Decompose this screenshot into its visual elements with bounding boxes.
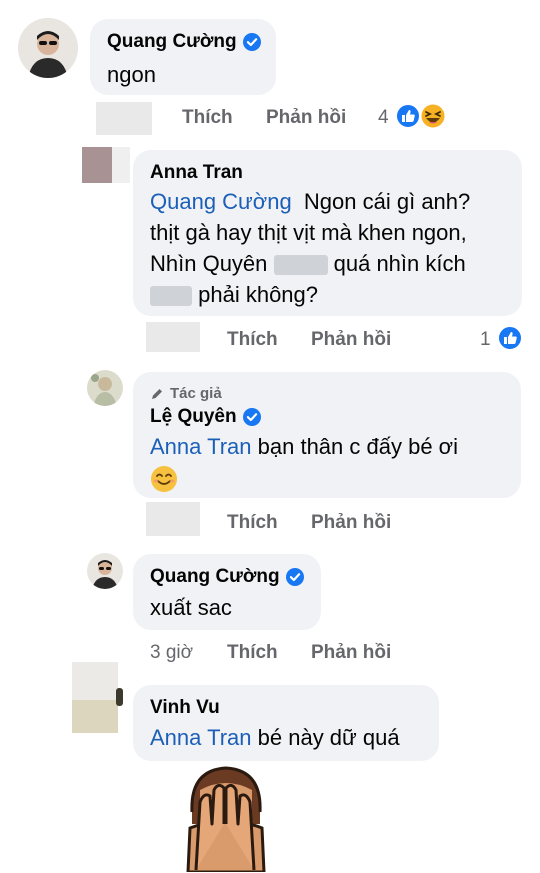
comment-bubble: Vinh Vu Anna Tran bé này dữ quá (133, 685, 439, 761)
pencil-icon (152, 388, 162, 399)
author-name[interactable]: Quang Cường (150, 566, 280, 588)
comment-text: ngon (107, 62, 156, 87)
comment-author[interactable]: Quang Cường (107, 31, 261, 53)
like-button[interactable]: Thích (227, 642, 278, 664)
blurred-time (146, 322, 200, 352)
smile-emoji (150, 462, 520, 493)
avatar-photo (87, 370, 123, 406)
text-line: bé này dữ quá (257, 725, 400, 750)
comment-bubble: Anna Tran Quang Cường Ngon cái gì anh? t… (133, 150, 522, 316)
avatar-blurred-edge (112, 147, 130, 183)
avatar-blurred (72, 700, 118, 733)
comment-text: Quang Cường Ngon cái gì anh? thịt gà hay… (150, 186, 520, 310)
avatar[interactable] (87, 553, 123, 589)
like-button[interactable]: Thích (182, 107, 233, 129)
text-line: phải không? (198, 282, 319, 307)
avatar[interactable] (18, 18, 78, 78)
avatar-edge (116, 688, 123, 706)
author-name[interactable]: Anna Tran (150, 162, 243, 184)
mention-link[interactable]: Anna Tran (150, 725, 252, 750)
like-button[interactable]: Thích (227, 512, 278, 534)
comment-author[interactable]: Lệ Quyên (150, 406, 261, 428)
face-palm-sticker[interactable] (170, 762, 280, 872)
smile-emoji-icon (151, 466, 177, 493)
censored-text (273, 255, 328, 276)
text-line: thịt gà hay thịt vịt mà khen ngon, (150, 220, 467, 245)
comment-bubble: Quang Cường ngon (90, 19, 276, 95)
reply-button[interactable]: Phản hồi (266, 107, 346, 129)
reply-button[interactable]: Phản hồi (311, 329, 391, 351)
badge-label: Tác giả (170, 385, 222, 402)
blurred-time (146, 502, 200, 536)
author-name[interactable]: Quang Cường (107, 31, 237, 53)
comment-author[interactable]: Vinh Vu (150, 697, 220, 719)
mention-link[interactable]: Quang Cường (150, 189, 292, 214)
author-name[interactable]: Lệ Quyên (150, 406, 237, 428)
verified-icon (285, 568, 304, 586)
reply-button[interactable]: Phản hồi (311, 642, 391, 664)
comment-text: Anna Tran bé này dữ quá (150, 722, 400, 753)
blurred-time (96, 102, 152, 135)
haha-icon (419, 102, 447, 130)
author-name[interactable]: Vinh Vu (150, 697, 220, 719)
author-badge: Tác giả (150, 385, 222, 402)
censored-text (150, 286, 192, 307)
comment-text: xuất sac (150, 595, 232, 620)
text-line: quá nhìn kích (327, 251, 466, 276)
timestamp[interactable]: 3 giờ (150, 642, 193, 664)
comment-bubble: Tác giả Lệ Quyên Anna Tran bạn thân c đấ… (133, 372, 521, 498)
text-line: Ngon cái gì anh? (303, 189, 471, 214)
verified-icon (242, 408, 261, 426)
reaction-count[interactable]: 4 (378, 107, 389, 129)
avatar[interactable] (87, 370, 123, 406)
comment-bubble: Quang Cường xuất sac (133, 554, 321, 630)
reaction-count[interactable]: 1 (480, 329, 491, 351)
like-button[interactable]: Thích (227, 329, 278, 351)
reply-button[interactable]: Phản hồi (311, 512, 391, 534)
like-icon (497, 325, 523, 351)
avatar-photo (18, 18, 78, 78)
avatar-photo (87, 553, 123, 589)
comment-author[interactable]: Anna Tran (150, 162, 243, 184)
text-line: Nhìn Quyên (150, 251, 274, 276)
verified-icon (242, 33, 261, 51)
avatar-blurred[interactable] (72, 662, 118, 702)
like-icon (395, 103, 421, 129)
comment-author[interactable]: Quang Cường (150, 566, 304, 588)
text-line: bạn thân c đấy bé ơi (257, 434, 458, 459)
comment-text: Anna Tran bạn thân c đấy bé ơi (150, 431, 520, 493)
mention-link[interactable]: Anna Tran (150, 434, 252, 459)
